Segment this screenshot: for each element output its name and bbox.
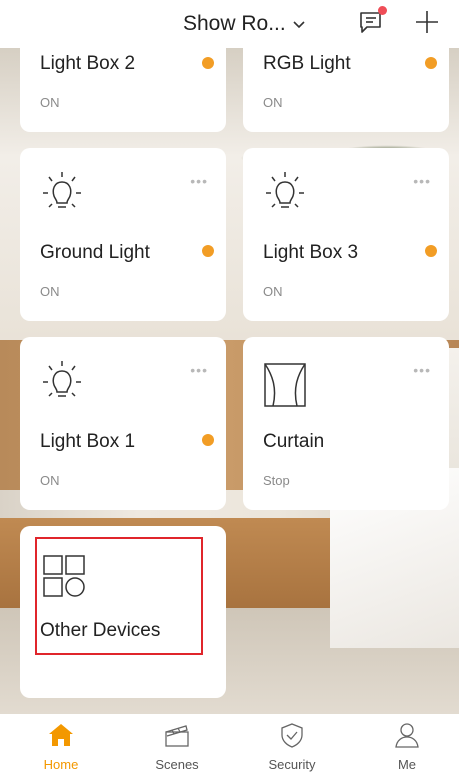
device-card-curtain[interactable]: ••• Curtain Stop (243, 337, 449, 510)
device-name: Light Box 2 (40, 53, 136, 74)
device-name: Light Box 3 (263, 242, 359, 263)
tab-home[interactable]: Home (16, 722, 106, 772)
device-state: Stop (263, 473, 290, 488)
device-name: Light Box 1 (40, 431, 136, 452)
home-selector[interactable]: Show Ro... (183, 11, 306, 37)
home-name: Show Ro... (183, 12, 286, 35)
bulb-icon (266, 172, 304, 208)
device-name: Curtain (263, 431, 325, 452)
person-icon (395, 723, 419, 748)
plus-icon (416, 11, 438, 33)
online-status-dot (425, 245, 437, 257)
add-device-button[interactable] (414, 9, 440, 35)
device-state: ON (263, 284, 283, 299)
tab-label: Me (397, 757, 417, 772)
online-status-dot (425, 57, 437, 69)
more-options-button[interactable]: ••• (190, 363, 208, 377)
device-state: ON (40, 473, 60, 488)
curtain-icon (264, 363, 306, 407)
tab-security[interactable]: Security (247, 722, 337, 772)
notification-dot (378, 6, 387, 15)
online-status-dot (202, 245, 214, 257)
home-icon (49, 724, 73, 746)
more-options-button[interactable]: ••• (413, 363, 431, 377)
highlight-box (35, 537, 203, 655)
device-state: ON (263, 95, 283, 110)
device-card-ground-light[interactable]: ••• Ground Light ON (20, 148, 226, 321)
device-name: RGB Light (263, 53, 351, 74)
tab-scenes[interactable]: Scenes (132, 722, 222, 772)
online-status-dot (202, 57, 214, 69)
online-status-dot (202, 434, 214, 446)
tab-me[interactable]: Me (362, 722, 452, 772)
more-options-button[interactable]: ••• (413, 174, 431, 188)
top-bar: Show Ro... (0, 0, 459, 48)
device-card-light-box-3[interactable]: ••• Light Box 3 ON (243, 148, 449, 321)
tab-label: Scenes (155, 757, 199, 772)
tab-label: Home (43, 757, 79, 772)
bulb-icon (43, 172, 81, 208)
bottom-tab-bar: Home Scenes Security Me (0, 714, 459, 778)
device-state: ON (40, 95, 60, 110)
device-card-light-box-2[interactable]: Light Box 2 ON (20, 36, 226, 132)
device-card-light-box-1[interactable]: ••• Light Box 1 ON (20, 337, 226, 510)
shield-check-icon (281, 723, 303, 748)
device-state: ON (40, 284, 60, 299)
tab-label: Security (268, 757, 316, 772)
clapperboard-icon (165, 725, 189, 747)
chevron-down-icon (293, 21, 305, 29)
device-name: Ground Light (40, 242, 150, 263)
more-options-button[interactable]: ••• (190, 174, 208, 188)
messages-button[interactable] (357, 6, 387, 36)
bulb-icon (43, 361, 81, 397)
device-card-rgb-light[interactable]: RGB Light ON (243, 36, 449, 132)
